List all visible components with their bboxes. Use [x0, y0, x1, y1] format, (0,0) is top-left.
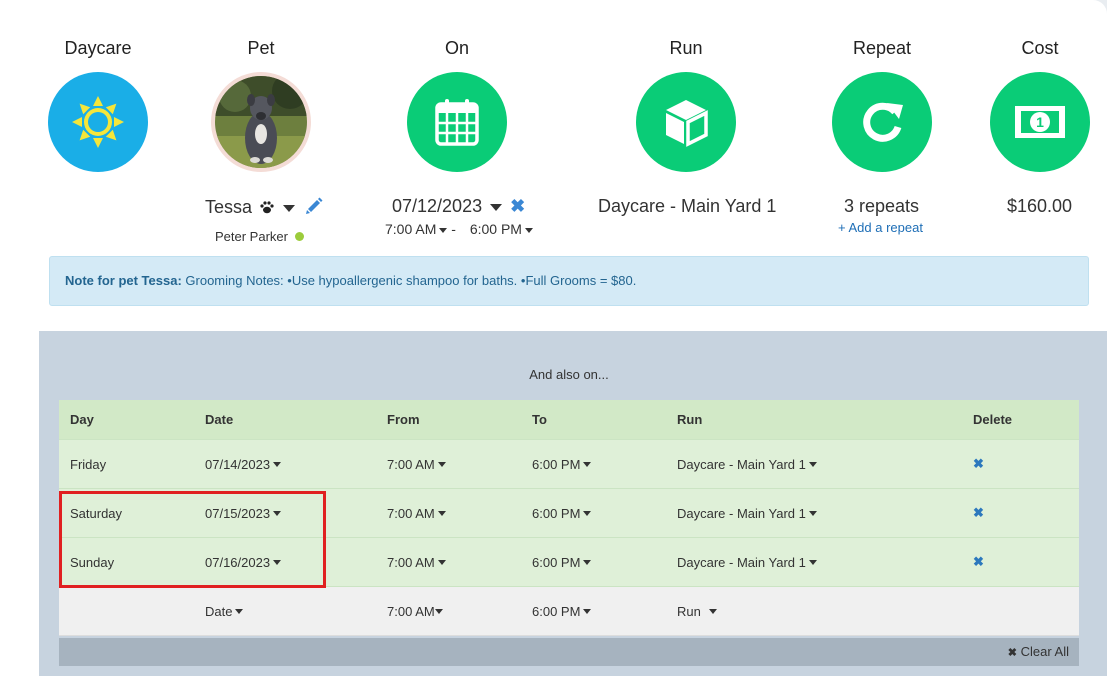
status-dot-icon: [294, 232, 304, 241]
also-on-heading: And also on...: [529, 367, 609, 382]
pet-name: Tessa: [205, 197, 253, 217]
col-from: From: [387, 412, 420, 427]
new-to-select[interactable]: 6:00 PM: [532, 587, 592, 635]
money-bill-icon[interactable]: 1: [990, 72, 1090, 172]
row-day: Sunday: [70, 554, 115, 570]
cost-value: $160.00: [1007, 196, 1073, 216]
repeats-table: Day Date From To Run Delete Friday 07/14…: [59, 400, 1079, 636]
row-to-select[interactable]: 6:00 PM: [532, 538, 592, 586]
run-value[interactable]: Daycare - Main Yard 1: [598, 196, 776, 217]
repeat-title: Repeat: [852, 38, 912, 58]
table-footer: ✖ Clear All: [59, 638, 1079, 666]
col-to: To: [532, 412, 547, 427]
on-column: On: [407, 36, 507, 172]
paw-icon: [260, 201, 274, 214]
row-from-select[interactable]: 7:00 AM: [387, 538, 446, 586]
col-run: Run: [677, 412, 703, 427]
clear-date-icon[interactable]: ✖: [510, 196, 525, 216]
delete-row-icon[interactable]: ✖: [973, 440, 984, 488]
row-to-select[interactable]: 6:00 PM: [532, 489, 592, 537]
row-date-select[interactable]: 07/14/2023: [205, 440, 282, 488]
table-row: Saturday 07/15/2023 7:00 AM 6:00 PM Dayc…: [59, 489, 1079, 538]
pet-name-row: Tessa: [205, 196, 324, 218]
row-day: Friday: [70, 456, 107, 472]
col-delete: Delete: [973, 412, 1013, 427]
start-time[interactable]: 7:00 AM: [385, 221, 436, 237]
run-title: Run: [669, 38, 703, 58]
svg-text:1: 1: [1036, 114, 1044, 130]
new-run-select[interactable]: Run: [677, 587, 717, 635]
pet-dropdown-caret-icon[interactable]: [283, 204, 296, 212]
delete-row-icon[interactable]: ✖: [973, 538, 984, 586]
add-repeat-row: Date 7:00 AM 6:00 PM Run: [59, 587, 1079, 636]
table-row: Friday 07/14/2023 7:00 AM 6:00 PM Daycar…: [59, 440, 1079, 489]
note-label: Note for pet Tessa:: [65, 273, 182, 288]
pet-photo[interactable]: [211, 72, 311, 172]
refresh-icon[interactable]: [832, 72, 932, 172]
on-title: On: [444, 38, 469, 58]
table-header: Day Date From To Run Delete: [59, 400, 1079, 440]
row-to-select[interactable]: 6:00 PM: [532, 440, 592, 488]
cost-column: Cost 1: [990, 36, 1090, 172]
new-from-select[interactable]: 7:00 AM: [387, 587, 443, 635]
calendar-icon[interactable]: [407, 72, 507, 172]
owner-name[interactable]: Peter Parker: [215, 229, 288, 244]
new-date-select[interactable]: Date: [205, 587, 244, 635]
repeats-panel: And also on... Day Date From To Run Dele…: [39, 331, 1107, 676]
delete-row-icon[interactable]: ✖: [973, 489, 984, 537]
pet-note-alert: Note for pet Tessa: Grooming Notes: •Use…: [49, 256, 1089, 306]
row-run-select[interactable]: Daycare - Main Yard 1: [677, 489, 817, 537]
owner-row: Peter Parker: [215, 229, 304, 244]
col-day: Day: [70, 412, 94, 427]
time-dash: -: [451, 221, 456, 237]
add-repeat-link[interactable]: + Add a repeat: [838, 220, 923, 235]
clear-all-button[interactable]: ✖ Clear All: [1008, 638, 1069, 667]
date-caret-icon[interactable]: [490, 203, 503, 211]
end-time[interactable]: 6:00 PM: [470, 221, 522, 237]
row-run-select[interactable]: Daycare - Main Yard 1: [677, 440, 817, 488]
note-text: Grooming Notes: •Use hypoallergenic sham…: [181, 273, 637, 288]
pencil-edit-icon[interactable]: [304, 196, 324, 216]
booking-time-row: 7:00 AM - 6:00 PM: [385, 221, 533, 237]
run-column: Run: [636, 36, 736, 172]
repeat-column: Repeat: [832, 36, 932, 172]
table-row: Sunday 07/16/2023 7:00 AM 6:00 PM Daycar…: [59, 538, 1079, 587]
clear-all-label: Clear All: [1020, 644, 1069, 659]
booking-card: Daycare Pet Tessa Peter Parker On 07/12/…: [0, 0, 1107, 676]
pet-title: Pet: [247, 38, 275, 58]
row-run-select[interactable]: Daycare - Main Yard 1: [677, 538, 817, 586]
pet-column: Pet: [211, 36, 311, 172]
daycare-column: Daycare: [48, 36, 148, 172]
row-day: Saturday: [70, 505, 123, 521]
row-date-select[interactable]: 07/16/2023: [205, 538, 282, 586]
cube-icon[interactable]: [636, 72, 736, 172]
daycare-title: Daycare: [64, 38, 132, 58]
booking-date[interactable]: 07/12/2023: [392, 196, 482, 216]
cost-title: Cost: [1021, 38, 1059, 58]
repeat-count: 3 repeats: [844, 196, 920, 216]
row-date-select[interactable]: 07/15/2023: [205, 489, 282, 537]
row-from-select[interactable]: 7:00 AM: [387, 440, 446, 488]
row-from-select[interactable]: 7:00 AM: [387, 489, 446, 537]
sun-icon[interactable]: [48, 72, 148, 172]
booking-date-row: 07/12/2023 ✖: [392, 196, 525, 217]
col-date: Date: [205, 412, 234, 427]
clear-all-x-icon: ✖: [1007, 647, 1017, 659]
